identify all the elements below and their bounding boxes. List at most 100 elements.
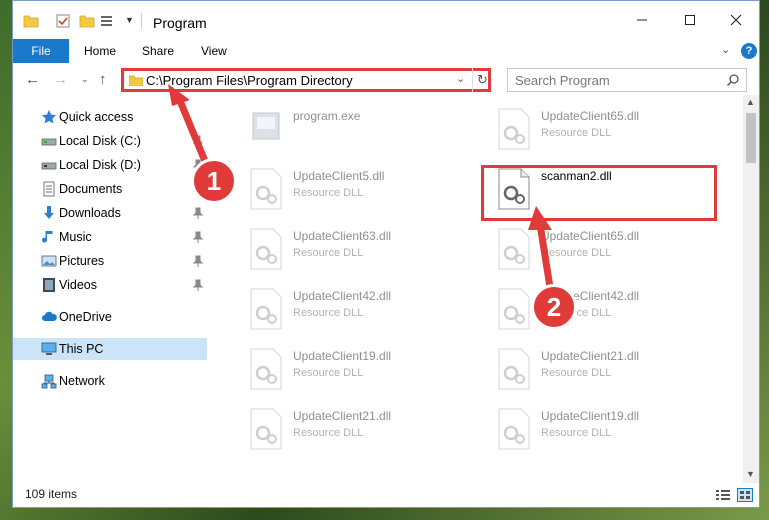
tab-view[interactable]: View xyxy=(201,44,227,58)
sidebar-item-local-disk-c[interactable]: Local Disk (C:) xyxy=(13,130,207,152)
file-item[interactable]: UpdateClient42.dll Resource DLL xyxy=(471,281,701,335)
sidebar-item-network[interactable]: Network xyxy=(13,370,207,392)
pin-icon xyxy=(193,231,203,243)
star-icon xyxy=(41,110,57,124)
dll-file-icon xyxy=(250,288,282,330)
large-icons-view-icon[interactable] xyxy=(737,488,753,502)
file-type: Resource DLL xyxy=(293,427,364,439)
tab-file[interactable]: File xyxy=(13,39,69,63)
sidebar-item-label: Network xyxy=(59,374,105,388)
tab-home[interactable]: Home xyxy=(84,44,116,58)
download-icon xyxy=(44,206,54,219)
scrollbar-thumb[interactable] xyxy=(746,113,756,163)
search-input[interactable]: Search Program xyxy=(507,68,747,92)
file-item[interactable]: UpdateClient65.dll Resource DLL xyxy=(471,221,701,275)
file-name: UpdateClient63.dll xyxy=(293,229,392,243)
sidebar-item-documents[interactable]: Documents xyxy=(13,178,207,200)
sidebar-item-onedrive[interactable]: OneDrive xyxy=(13,306,207,328)
refresh-icon[interactable]: ↻ xyxy=(472,68,492,92)
help-icon[interactable]: ? xyxy=(741,43,757,59)
sidebar-item-label: Local Disk (C:) xyxy=(59,134,141,148)
details-view-icon[interactable] xyxy=(715,488,731,502)
sidebar-item-label: Quick access xyxy=(59,110,134,124)
customize-icon[interactable] xyxy=(99,13,115,29)
expand-ribbon-chevron-icon[interactable]: ⌄ xyxy=(721,43,730,56)
sidebar-item-music[interactable]: Music xyxy=(13,226,207,248)
sidebar-item-videos[interactable]: Videos xyxy=(13,274,207,296)
file-name: UpdateClient21.dll xyxy=(293,409,392,423)
file-item[interactable]: UpdateClient19.dll Resource DLL xyxy=(223,341,453,395)
sidebar-item-label: Documents xyxy=(59,182,123,196)
close-icon xyxy=(730,14,742,26)
sidebar-item-pictures[interactable]: Pictures xyxy=(13,250,207,272)
file-name: UpdateClient5.dll xyxy=(293,169,385,183)
window-title: Program xyxy=(153,15,207,31)
file-item[interactable]: UpdateClient5.dll Resource DLL xyxy=(223,161,453,215)
pin-icon xyxy=(193,135,203,147)
folder-icon[interactable] xyxy=(23,13,39,29)
file-type: Resource DLL xyxy=(541,427,612,439)
address-dropdown-icon[interactable]: ⌄ xyxy=(456,72,465,85)
dll-file-icon xyxy=(250,168,282,210)
computer-icon xyxy=(41,342,57,355)
maximize-button[interactable] xyxy=(667,1,713,39)
forward-arrow-icon[interactable]: → xyxy=(53,71,68,88)
scroll-up-arrow-icon[interactable]: ▲ xyxy=(746,97,755,107)
drive-icon xyxy=(41,162,57,170)
music-icon xyxy=(42,231,53,243)
scroll-down-arrow-icon[interactable]: ▼ xyxy=(746,469,755,479)
drive-icon xyxy=(41,138,57,146)
file-name: UpdateClient21.dll xyxy=(541,349,640,363)
minimize-icon xyxy=(637,19,647,21)
network-icon xyxy=(41,374,57,389)
documents-icon xyxy=(43,181,55,197)
ribbon-tabs: File Home Share View ⌄ ? xyxy=(13,39,759,65)
sidebar-item-label: Local Disk (D:) xyxy=(59,158,141,172)
pictures-icon xyxy=(41,255,57,267)
file-item[interactable]: UpdateClient21.dll Resource DLL xyxy=(223,401,453,455)
search-placeholder: Search Program xyxy=(515,73,610,88)
dll-file-icon xyxy=(498,408,530,450)
videos-icon xyxy=(43,278,55,292)
file-list: program.exe UpdateClient65.dll Resource … xyxy=(213,95,743,483)
recent-locations-chevron-icon[interactable]: ⌄ xyxy=(81,74,89,85)
cloud-icon xyxy=(42,311,57,321)
file-item[interactable]: UpdateClient63.dll Resource DLL xyxy=(223,221,453,275)
title-bar: ▼ Program xyxy=(13,1,759,39)
sidebar-item-quick-access[interactable]: Quick access xyxy=(13,106,207,128)
properties-check-icon[interactable] xyxy=(55,13,71,29)
file-item-program-exe[interactable]: program.exe xyxy=(223,101,453,155)
address-bar[interactable]: C:\Program Files\Program Directory ⌄ ↻ xyxy=(121,68,491,92)
sidebar-item-label: OneDrive xyxy=(59,310,112,324)
tab-share[interactable]: Share xyxy=(142,44,174,58)
highlight-box-scanman2 xyxy=(481,165,717,221)
pin-icon xyxy=(193,279,203,291)
folder-icon xyxy=(129,75,143,86)
file-item[interactable]: UpdateClient21.dll Resource DLL xyxy=(471,341,701,395)
sidebar-item-local-disk-d[interactable]: Local Disk (D:) xyxy=(13,154,207,176)
new-folder-icon[interactable] xyxy=(79,13,95,29)
file-name: UpdateClient19.dll xyxy=(541,409,640,423)
navigation-pane: Quick access Local Disk (C:) Local Disk … xyxy=(13,95,209,483)
file-name: UpdateClient19.dll xyxy=(293,349,392,363)
back-arrow-icon[interactable]: ← xyxy=(25,71,40,88)
close-button[interactable] xyxy=(713,1,759,39)
minimize-button[interactable] xyxy=(619,1,665,39)
sidebar-item-label: Pictures xyxy=(59,254,105,268)
sidebar-item-this-pc[interactable]: This PC xyxy=(13,338,207,360)
pin-icon xyxy=(193,255,203,267)
sidebar-item-downloads[interactable]: Downloads xyxy=(13,202,207,224)
file-item[interactable]: UpdateClient19.dll Resource DLL xyxy=(471,401,701,455)
quick-access-dropdown-icon[interactable]: ▼ xyxy=(125,15,141,31)
vertical-scrollbar[interactable]: ▲ ▼ xyxy=(743,95,759,483)
file-name: UpdateClient65.dll xyxy=(541,109,640,123)
file-type: Resource DLL xyxy=(293,247,364,259)
up-arrow-icon[interactable]: ↑ xyxy=(99,71,107,88)
file-type: Resource DLL xyxy=(293,367,364,379)
pin-icon xyxy=(193,207,203,219)
file-type: Resource DLL xyxy=(541,127,612,139)
navigation-bar: ← → ⌄ ↑ C:\Program Files\Program Directo… xyxy=(13,65,759,95)
item-count: 109 items xyxy=(25,487,78,501)
file-item[interactable]: UpdateClient65.dll Resource DLL xyxy=(471,101,701,155)
file-item[interactable]: UpdateClient42.dll Resource DLL xyxy=(223,281,453,335)
